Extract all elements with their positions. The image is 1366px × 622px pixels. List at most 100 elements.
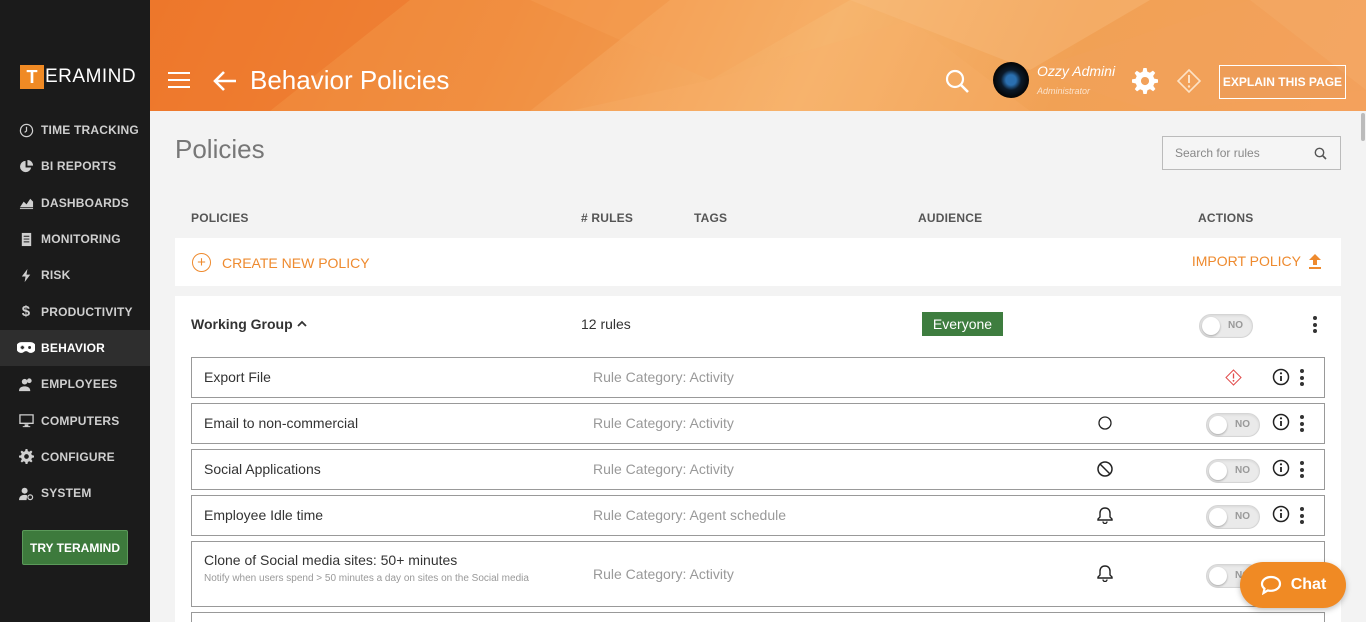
toggle-knob [1209, 567, 1227, 585]
search-input[interactable] [1175, 146, 1315, 160]
sidebar-item-monitoring[interactable]: MONITORING [0, 221, 150, 257]
info-icon[interactable] [1272, 368, 1290, 386]
sidebar-item-computers[interactable]: COMPUTERS [0, 402, 150, 438]
rule-name[interactable]: Social Applications [204, 461, 321, 477]
sidebar-item-bi-reports[interactable]: BI REPORTS [0, 148, 150, 184]
sidebar-item-label: MONITORING [41, 232, 121, 247]
info-icon[interactable] [1272, 505, 1290, 523]
settings-gear-icon[interactable] [1132, 68, 1158, 94]
sidebar-item-label: COMPUTERS [41, 413, 120, 428]
create-policy-label: CREATE NEW POLICY [222, 254, 370, 271]
sidebar-nav: TIME TRACKING BI REPORTS DASHBOARDS MONI… [0, 112, 150, 511]
sidebar-item-label: EMPLOYEES [41, 377, 118, 392]
avatar[interactable] [993, 62, 1029, 98]
block-icon [1097, 461, 1113, 477]
column-header-rules[interactable]: # RULES [581, 211, 633, 225]
rule-enable-toggle[interactable]: NO [1206, 505, 1260, 529]
toggle-knob [1209, 508, 1227, 526]
policy-group-label: Working Group [191, 316, 293, 332]
user-name[interactable]: Ozzy Admini [1037, 63, 1115, 79]
more-options-icon[interactable] [1300, 461, 1304, 481]
rule-name[interactable]: Export File [204, 369, 271, 385]
circle-icon [1098, 416, 1112, 430]
back-arrow-icon[interactable] [212, 68, 238, 94]
audience-badge: Everyone [922, 312, 1003, 336]
page-scrollbar[interactable] [1361, 113, 1365, 141]
sidebar-item-employees[interactable]: EMPLOYEES [0, 366, 150, 402]
search-icon[interactable] [1314, 147, 1327, 160]
teramind-logo[interactable]: T ERAMIND [20, 65, 136, 89]
sidebar-item-dashboards[interactable]: DASHBOARDS [0, 185, 150, 221]
sidebar-item-risk[interactable]: RISK [0, 257, 150, 293]
lightning-icon [17, 267, 35, 283]
toggle-label: NO [1235, 419, 1250, 430]
column-header-policies[interactable]: POLICIES [191, 211, 249, 225]
explain-this-page-button[interactable]: EXPLAIN THIS PAGE [1219, 65, 1346, 99]
rule-enable-toggle[interactable]: NO [1206, 413, 1260, 437]
sidebar: T ERAMIND TIME TRACKING BI REPORTS DASHB… [0, 0, 150, 622]
dollar-icon: $ [21, 303, 31, 321]
plus-circle-icon: + [192, 253, 211, 272]
sidebar-item-behavior[interactable]: BEHAVIOR [0, 329, 150, 367]
page-header: Behavior Policies Ozzy Admini Administra… [150, 0, 1366, 111]
hamburger-menu-icon[interactable] [168, 72, 190, 93]
bell-icon [1097, 507, 1113, 524]
import-policy-button[interactable]: IMPORT POLICY [1192, 253, 1322, 269]
sidebar-item-label: BI REPORTS [41, 159, 117, 174]
info-icon[interactable] [1272, 459, 1290, 477]
sidebar-item-productivity[interactable]: $ PRODUCTIVITY [0, 293, 150, 329]
sidebar-item-time-tracking[interactable]: TIME TRACKING [0, 112, 150, 148]
toggle-label: NO [1228, 320, 1243, 331]
sidebar-item-system[interactable]: SYSTEM [0, 475, 150, 511]
policy-enable-toggle[interactable]: NO [1199, 314, 1253, 338]
search-icon[interactable] [944, 68, 970, 94]
rule-row[interactable]: Email to non-commercial Rule Category: A… [191, 403, 1325, 444]
rule-description: Notify when users spend > 50 minutes a d… [204, 573, 529, 584]
rule-row[interactable]: Export File Rule Category: Activity [191, 357, 1325, 398]
chat-button[interactable]: Chat [1240, 562, 1346, 608]
rule-category: Rule Category: Activity [593, 566, 734, 582]
pie-chart-icon [17, 158, 35, 174]
section-title: Policies [175, 134, 265, 164]
sidebar-item-label: RISK [41, 268, 71, 283]
rule-row[interactable]: Social Applications Rule Category: Activ… [191, 449, 1325, 490]
policy-group-card: Working Group 12 rules Everyone NO Expor… [175, 296, 1341, 622]
policy-group-name[interactable]: Working Group [191, 316, 307, 332]
chevron-up-icon[interactable] [296, 320, 307, 328]
alert-diamond-icon[interactable] [1176, 68, 1202, 94]
rule-name[interactable]: Employee Idle time [204, 507, 323, 523]
rule-name[interactable]: Clone of Social media sites: 50+ minutes [204, 552, 457, 568]
rule-category: Rule Category: Agent schedule [593, 507, 787, 523]
search-rules-field[interactable] [1162, 136, 1341, 170]
chat-bubble-icon [1260, 575, 1281, 595]
toggle-knob [1202, 317, 1220, 335]
rule-name[interactable]: Email to non-commercial [204, 415, 358, 431]
rule-row[interactable]: Clone of Social media sites: 50+ minutes… [191, 541, 1325, 607]
chat-label: Chat [1290, 576, 1327, 593]
try-teramind-button[interactable]: TRY TERAMIND [22, 530, 128, 565]
create-new-policy-button[interactable]: + CREATE NEW POLICY [192, 253, 370, 272]
sidebar-item-label: PRODUCTIVITY [41, 304, 133, 319]
sidebar-item-label: DASHBOARDS [41, 195, 130, 210]
more-options-icon[interactable] [1300, 507, 1304, 527]
rule-row[interactable] [191, 612, 1325, 622]
policy-rules-count: 12 rules [581, 316, 631, 332]
sidebar-item-label: CONFIGURE [41, 449, 115, 464]
rule-enable-toggle[interactable]: NO [1206, 459, 1260, 483]
sidebar-item-configure[interactable]: CONFIGURE [0, 439, 150, 475]
rule-category: Rule Category: Activity [593, 369, 734, 385]
toggle-knob [1209, 462, 1227, 480]
toggle-knob [1209, 416, 1227, 434]
sidebar-item-label: TIME TRACKING [41, 123, 139, 138]
toggle-label: NO [1235, 511, 1250, 522]
import-policy-label: IMPORT POLICY [1191, 253, 1301, 269]
info-icon[interactable] [1272, 413, 1290, 431]
rule-category: Rule Category: Activity [593, 461, 734, 477]
users-icon [17, 376, 35, 392]
more-options-icon[interactable] [1300, 415, 1304, 435]
more-options-icon[interactable] [1313, 316, 1317, 336]
rule-row[interactable]: Employee Idle time Rule Category: Agent … [191, 495, 1325, 536]
more-options-icon[interactable] [1300, 369, 1304, 389]
clock-icon [17, 122, 35, 138]
bell-icon [1097, 565, 1113, 582]
